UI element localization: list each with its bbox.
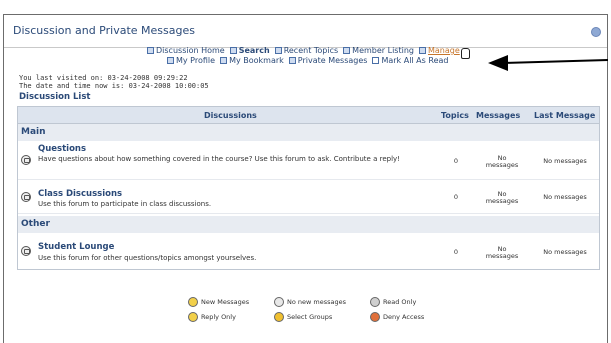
bookmark-icon (220, 57, 228, 64)
forum-description: Use this forum to participate in class d… (38, 200, 212, 208)
profile-icon (167, 57, 174, 64)
last-message: No messages (543, 193, 587, 201)
last-visited-text: You last visited on: 03-24-2008 09:29:22 (19, 74, 188, 82)
nav-manage[interactable]: Manage (418, 45, 470, 59)
nav-my-profile[interactable]: My Profile (167, 56, 215, 65)
table-header: Discussions Topics Messages Last Message (18, 107, 599, 124)
discussion-list-title: Discussion List (19, 92, 91, 102)
col-last-message: Last Message (534, 111, 596, 120)
read-only-icon (370, 297, 380, 307)
reply-only-icon (188, 312, 198, 322)
legend-deny-access: Deny Access (370, 312, 424, 322)
table-row: Student Lounge Use this forum for other … (18, 233, 599, 269)
last-message: No messages (543, 157, 587, 165)
no-new-messages-icon (21, 155, 31, 165)
help-icon[interactable] (591, 27, 601, 37)
member-listing-icon (343, 47, 351, 54)
forum-description: Use this forum for other questions/topic… (38, 254, 257, 262)
nav-row-2: My Profile My Bookmark Private Messages … (167, 56, 453, 65)
discussion-table: Discussions Topics Messages Last Message… (17, 106, 600, 270)
messages-count: No messages (485, 190, 519, 205)
category-main: Main (18, 124, 599, 141)
hand-cursor-icon (460, 48, 470, 59)
no-new-messages-icon (274, 297, 284, 307)
no-new-messages-icon (21, 246, 31, 256)
col-topics: Topics (441, 111, 469, 120)
forum-link-student-lounge[interactable]: Student Lounge (38, 242, 114, 252)
annotation-arrow (488, 55, 608, 71)
nav-mark-all-read[interactable]: Mark All As Read (372, 56, 448, 65)
table-row: Class Discussions Use this forum to part… (18, 180, 599, 214)
category-other: Other (18, 216, 599, 233)
no-new-messages-icon (21, 192, 31, 202)
col-messages: Messages (476, 111, 521, 120)
search-icon (229, 47, 237, 54)
nav-private-messages[interactable]: Private Messages (288, 56, 367, 65)
current-time-text: The date and time now is: 03-24-2008 10:… (19, 82, 209, 90)
topics-count: 0 (453, 193, 459, 201)
visit-info: You last visited on: 03-24-2008 09:29:22… (19, 74, 209, 90)
nav-row-1: Discussion Home Search Recent Topics Mem… (147, 45, 475, 59)
nav-recent-topics[interactable]: Recent Topics (274, 46, 338, 55)
checkbox-icon (372, 57, 380, 64)
nav-search[interactable]: Search (229, 46, 270, 55)
header-bar: Discussion and Private Messages (4, 15, 607, 48)
last-message: No messages (543, 248, 587, 256)
legend-read-only: Read Only (370, 297, 416, 307)
legend-no-new-messages: No new messages (274, 297, 346, 307)
topics-count: 0 (453, 157, 459, 165)
forum-link-class-discussions[interactable]: Class Discussions (38, 189, 122, 199)
recent-topics-icon (274, 47, 282, 54)
private-messages-icon (288, 57, 296, 64)
nav-member-listing[interactable]: Member Listing (343, 46, 414, 55)
nav-my-bookmark[interactable]: My Bookmark (220, 56, 284, 65)
legend-select-groups: Select Groups (274, 312, 332, 322)
legend-new-messages: New Messages (188, 297, 249, 307)
col-discussions: Discussions (204, 111, 257, 120)
topics-count: 0 (453, 248, 459, 256)
deny-access-icon (370, 312, 380, 322)
select-groups-icon (274, 312, 284, 322)
legend-reply-only: Reply Only (188, 312, 236, 322)
forum-link-questions[interactable]: Questions (38, 144, 86, 154)
new-messages-icon (188, 297, 198, 307)
nav-discussion-home[interactable]: Discussion Home (147, 46, 225, 55)
page-title: Discussion and Private Messages (13, 24, 195, 37)
messages-count: No messages (485, 154, 519, 169)
table-row: Questions Have questions about how somet… (18, 141, 599, 180)
home-icon (147, 47, 154, 54)
messages-count: No messages (485, 245, 519, 260)
forum-description: Have questions about how something cover… (38, 155, 400, 163)
manage-icon (418, 47, 426, 54)
